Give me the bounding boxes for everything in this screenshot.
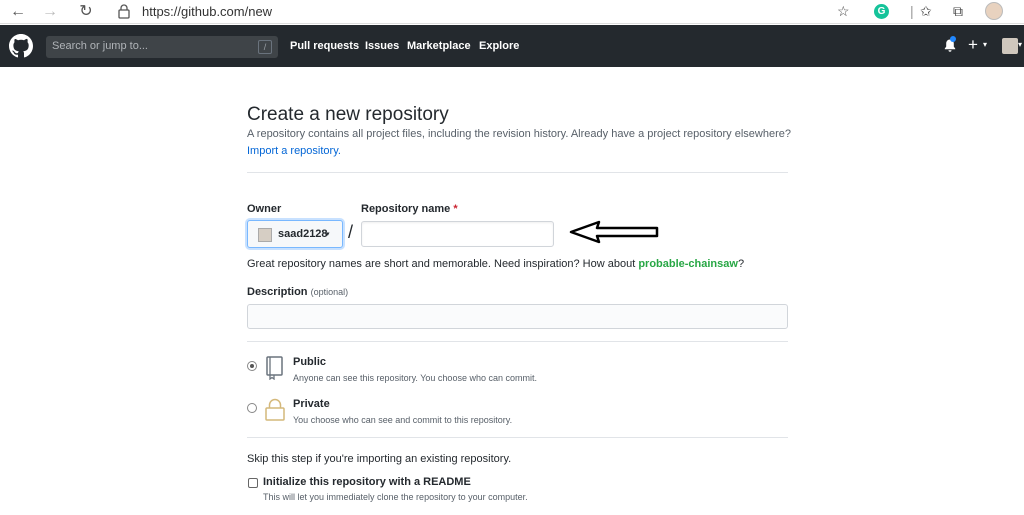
owner-avatar (258, 228, 272, 242)
repository-name-input[interactable] (361, 221, 554, 247)
github-logo-icon[interactable] (9, 34, 33, 58)
collections-icon[interactable]: ⧉ (953, 3, 963, 21)
lock-icon (265, 398, 285, 421)
private-description: You choose who can see and commit to thi… (293, 415, 513, 425)
private-title: Private (293, 398, 330, 410)
owner-chevron-down-icon: ▾ (326, 231, 330, 238)
divider (247, 172, 788, 173)
avatar-chevron-down-icon[interactable]: ▾ (1018, 40, 1022, 49)
repo-book-icon (266, 356, 283, 380)
optional-tag: (optional) (310, 287, 349, 297)
search-box: / (46, 36, 278, 58)
description-label: Description (optional) (247, 286, 348, 298)
repo-name-hint: Great repository names are short and mem… (247, 258, 744, 270)
repo-name-hint-text: Great repository names are short and mem… (247, 258, 639, 270)
forward-icon[interactable]: → (40, 2, 60, 22)
divider (247, 341, 788, 342)
divider-icon: | (910, 3, 914, 19)
search-input[interactable] (46, 36, 246, 56)
owner-select[interactable]: saad2128 ▾ (247, 220, 343, 248)
lock-icon (118, 4, 130, 19)
name-suggestion-link[interactable]: probable-chainsaw (638, 258, 738, 270)
required-mark: * (453, 203, 458, 215)
grammarly-icon[interactable]: G (874, 4, 889, 19)
hint-end: ? (737, 258, 745, 270)
plus-icon[interactable]: + (968, 35, 978, 55)
user-avatar[interactable] (1002, 38, 1018, 54)
page-title: Create a new repository (247, 104, 449, 125)
skip-step-note: Skip this step if you're importing an ex… (247, 453, 512, 465)
github-header: / Pull requests Issues Marketplace Explo… (0, 25, 1024, 67)
nav-explore[interactable]: Explore (479, 40, 519, 52)
reload-icon[interactable]: ↻ (76, 2, 96, 22)
notification-dot (950, 36, 956, 42)
back-icon[interactable]: ← (8, 2, 28, 22)
browser-profile-avatar[interactable] (985, 2, 1003, 20)
owner-repo-separator: / (348, 222, 354, 242)
nav-pull-requests[interactable]: Pull requests (290, 40, 359, 52)
favorite-star-icon[interactable]: ☆ (837, 3, 850, 21)
nav-issues[interactable]: Issues (365, 40, 399, 52)
owner-label: Owner (247, 203, 282, 215)
favorites-icon[interactable]: ✩ (920, 3, 932, 21)
left-arrow-annotation-icon (569, 220, 659, 244)
readme-label[interactable]: Initialize this repository with a README (263, 476, 471, 488)
readme-description: This will let you immediately clone the … (263, 492, 528, 502)
divider (247, 437, 788, 438)
public-description: Anyone can see this repository. You choo… (293, 373, 537, 383)
repo-name-label: Repository name * (361, 203, 458, 215)
description-label-text: Description (247, 286, 308, 298)
public-title: Public (293, 356, 327, 368)
owner-name: saad2128 (278, 228, 328, 240)
search-shortcut-badge: / (258, 40, 272, 54)
address-bar[interactable]: https://github.com/new (142, 4, 272, 19)
repo-name-label-text: Repository name (361, 203, 451, 215)
browser-toolbar: ← → ↻ https://github.com/new ☆ G | ✩ ⧉ (0, 0, 1024, 24)
public-radio[interactable] (247, 361, 257, 371)
import-repository-link[interactable]: Import a repository. (247, 145, 341, 157)
description-input[interactable] (247, 304, 788, 329)
private-radio[interactable] (247, 403, 257, 413)
readme-checkbox[interactable] (248, 478, 258, 488)
nav-marketplace[interactable]: Marketplace (407, 40, 471, 52)
chevron-down-icon[interactable]: ▾ (983, 40, 987, 49)
page-subtitle: A repository contains all project files,… (247, 128, 791, 140)
